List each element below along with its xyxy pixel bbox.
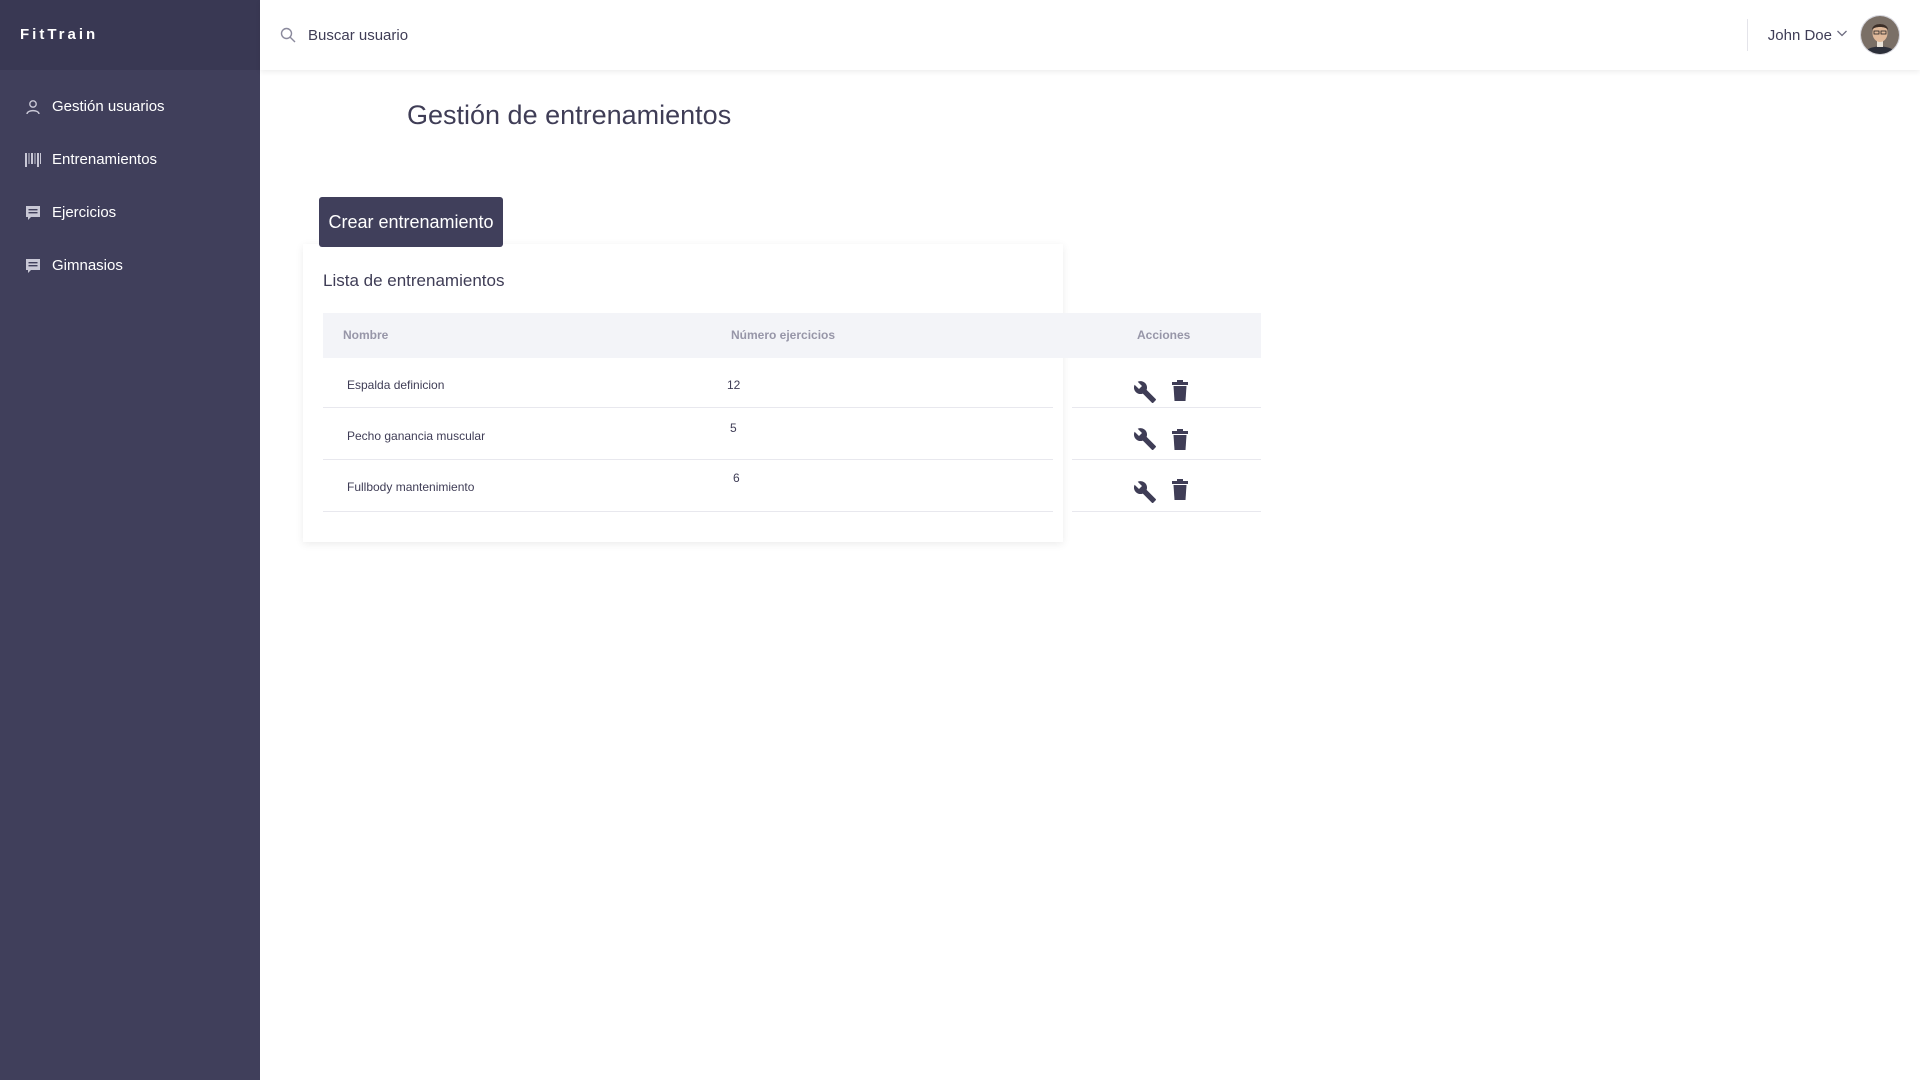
page-title: Gestión de entrenamientos <box>407 100 732 130</box>
row-divider <box>1072 511 1261 512</box>
edit-wrench-icon[interactable] <box>1133 480 1157 504</box>
table-row: Espalda definicion 12 <box>323 358 1261 408</box>
edit-wrench-icon[interactable] <box>1133 427 1157 451</box>
delete-trash-icon[interactable] <box>1171 479 1189 500</box>
training-name: Pecho ganancia muscular <box>347 429 486 443</box>
list-title: Lista de entrenamientos <box>323 271 505 290</box>
user-name[interactable]: John Doe <box>1768 27 1832 44</box>
sidebar-item-ejercicios[interactable]: Ejercicios <box>0 186 260 239</box>
sidebar-item-gestion-usuarios[interactable]: Gestión usuarios <box>0 80 260 133</box>
exercise-count: 6 <box>733 471 740 485</box>
sidebar-item-label: Gestión usuarios <box>52 98 165 115</box>
search-bar <box>280 0 880 70</box>
user-icon <box>26 99 40 114</box>
table-row: Pecho ganancia muscular 5 <box>323 408 1261 460</box>
sidebar-item-entrenamientos[interactable]: Entrenamientos <box>0 133 260 186</box>
topbar-divider <box>1746 19 1748 51</box>
exercise-count: 5 <box>730 421 737 435</box>
training-name: Fullbody mantenimiento <box>347 480 475 494</box>
table-header: Nombre Número ejercicios Acciones <box>323 313 1261 358</box>
column-header-acciones: Acciones <box>1137 328 1191 342</box>
sidebar-item-gimnasios[interactable]: Gimnasios <box>0 239 260 292</box>
brand-logo[interactable]: FitTrain <box>0 0 260 70</box>
column-header-nombre: Nombre <box>343 328 389 342</box>
sidebar-nav: Gestión usuarios Entrenamientos Ejercici… <box>0 70 260 292</box>
sidebar-item-label: Entrenamientos <box>52 151 158 168</box>
delete-trash-icon[interactable] <box>1171 429 1189 450</box>
avatar[interactable] <box>1860 15 1900 55</box>
list-icon <box>26 258 40 273</box>
sidebar: FitTrain Gestión usuarios Entrenamientos <box>0 0 260 1080</box>
training-name: Espalda definicion <box>347 378 445 392</box>
create-training-button[interactable]: Crear entrenamiento <box>319 197 503 247</box>
topbar: John Doe <box>260 0 1920 70</box>
search-icon <box>280 27 296 43</box>
sidebar-item-label: Gimnasios <box>52 257 123 274</box>
barcode-icon <box>25 152 41 167</box>
edit-wrench-icon[interactable] <box>1133 380 1157 404</box>
sidebar-item-label: Ejercicios <box>52 204 117 221</box>
user-menu[interactable]: John Doe <box>1746 0 1920 70</box>
table-row: Fullbody mantenimiento 6 <box>323 460 1261 512</box>
column-header-numero-ejercicios: Número ejercicios <box>731 328 836 342</box>
exercise-count: 12 <box>727 378 741 392</box>
list-icon <box>26 205 40 220</box>
delete-trash-icon[interactable] <box>1171 380 1189 401</box>
chevron-down-icon[interactable] <box>1836 26 1860 44</box>
row-divider <box>323 511 1053 512</box>
search-input[interactable] <box>306 25 810 45</box>
